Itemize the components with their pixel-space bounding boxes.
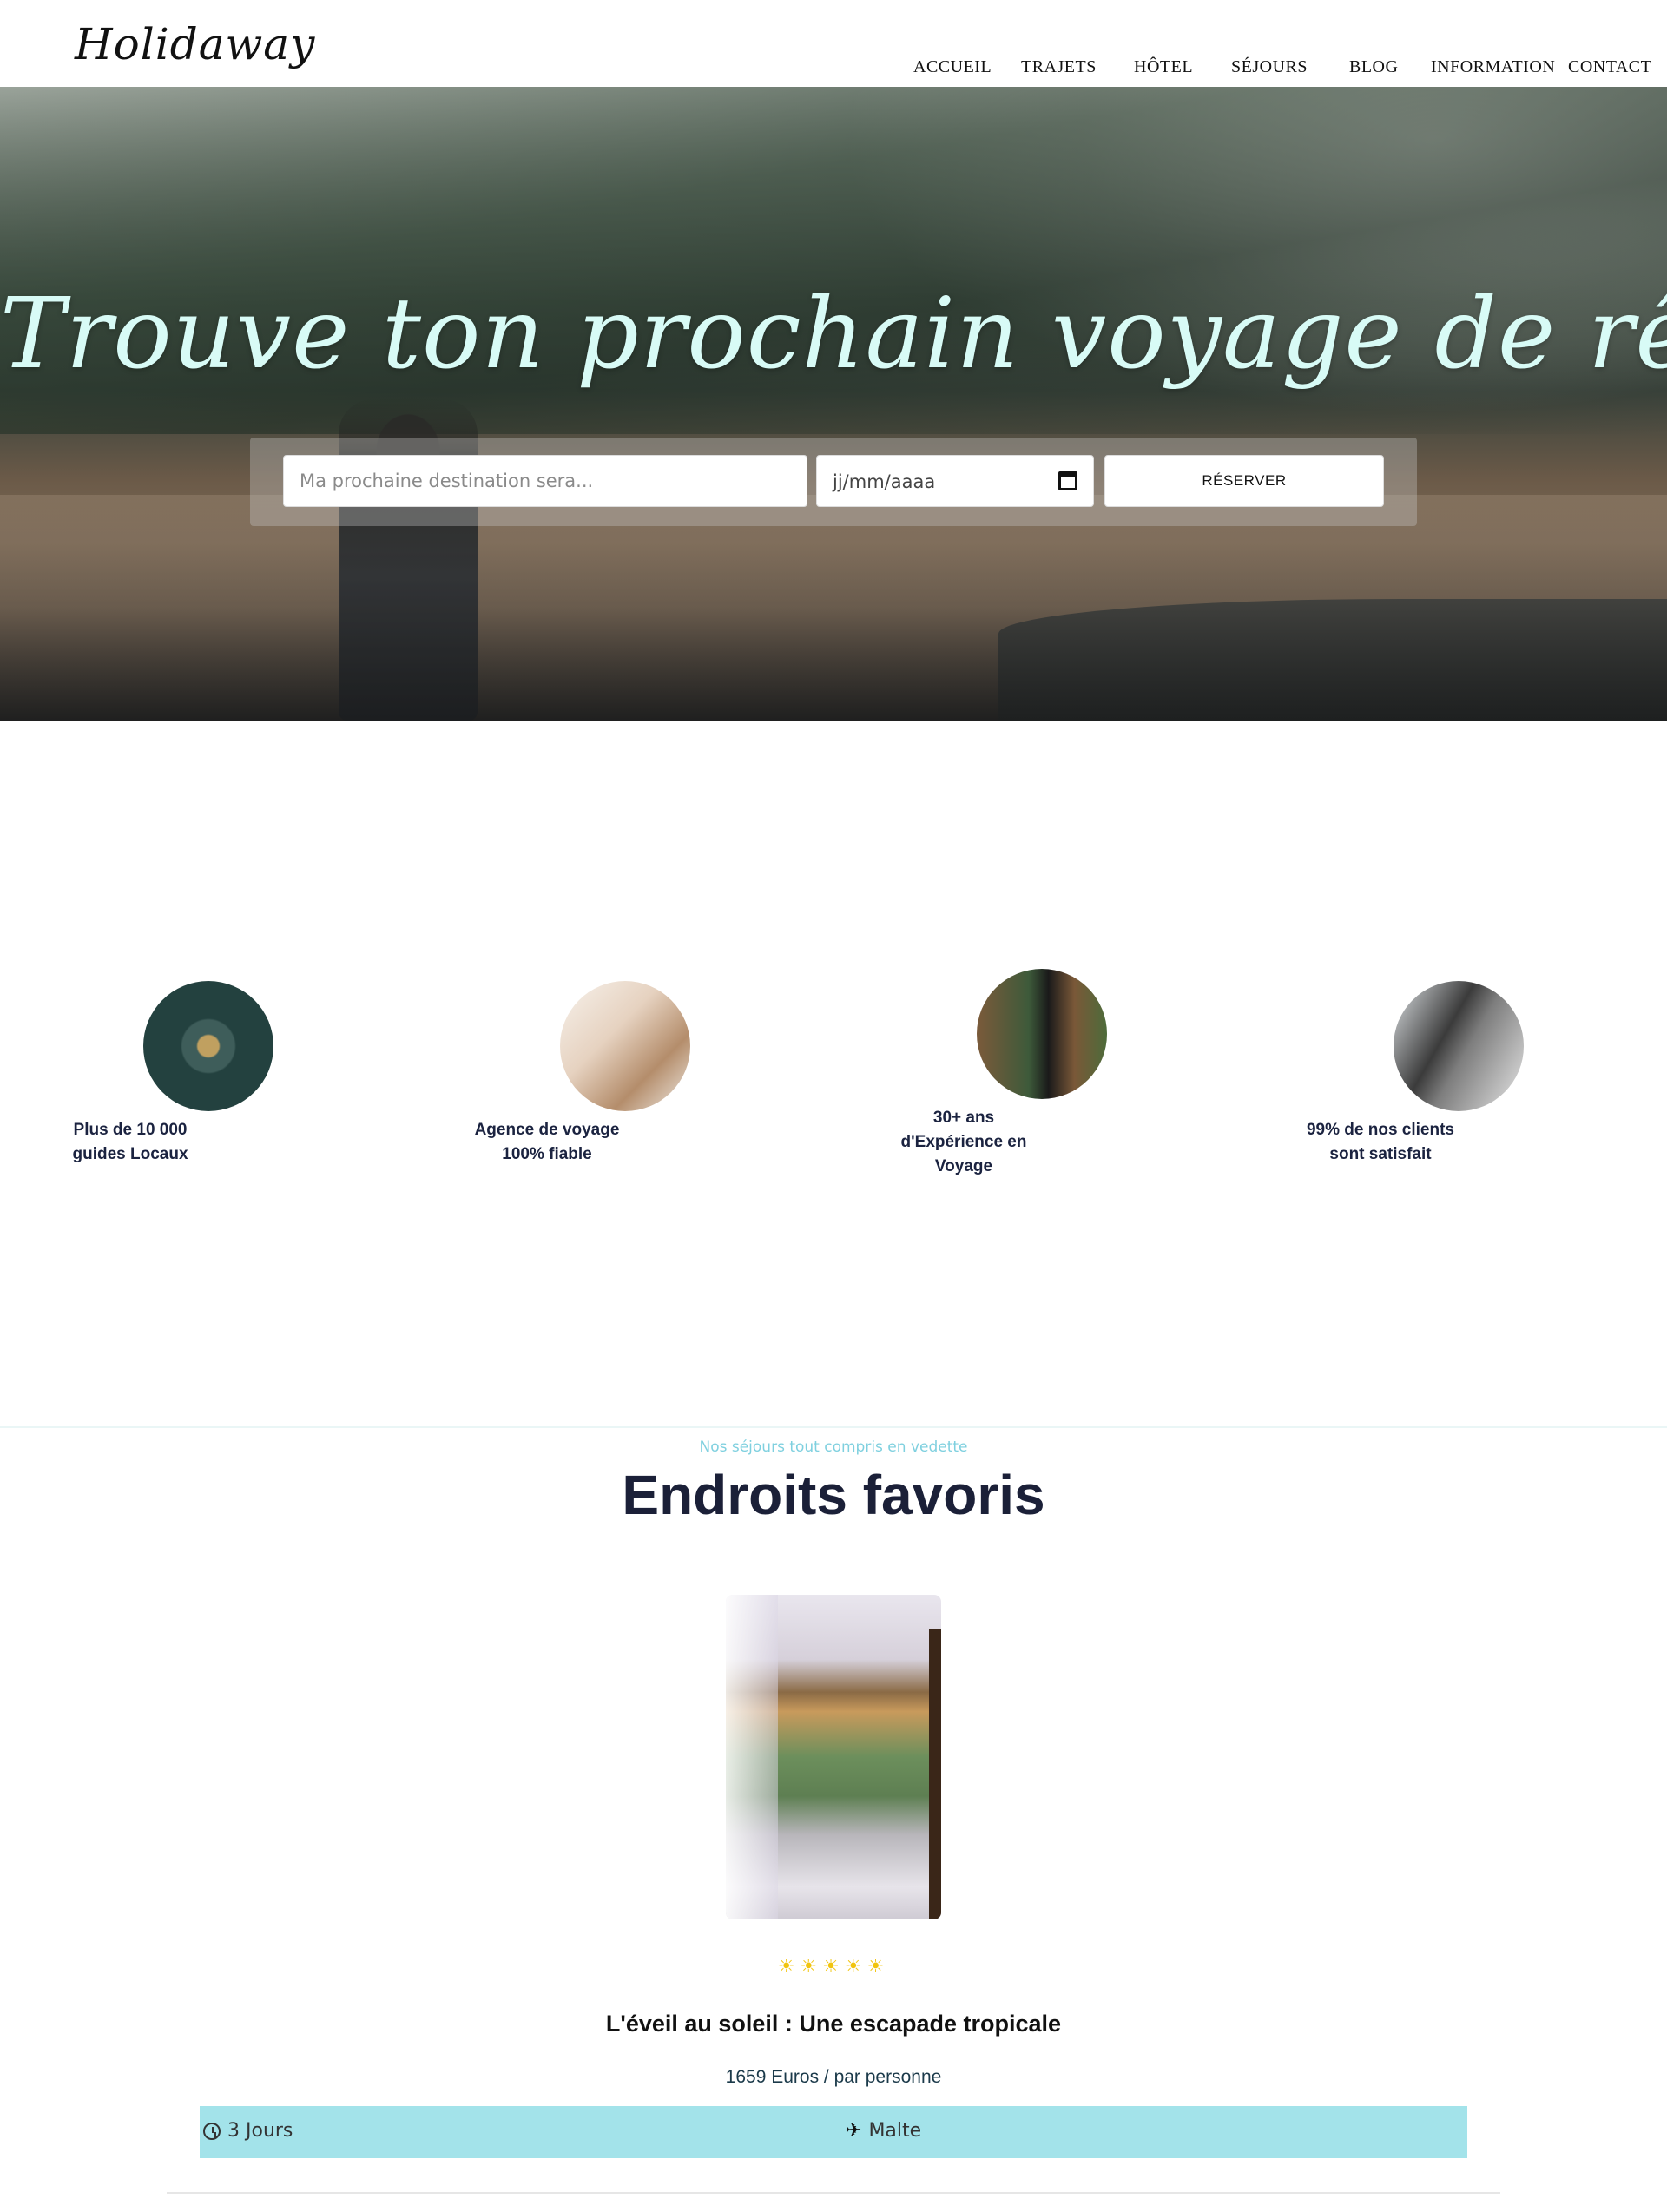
- handshake-photo: [560, 981, 690, 1111]
- trip-title[interactable]: L'éveil au soleil : Une escapade tropica…: [0, 2011, 1667, 2038]
- trip-price: 1659 Euros / par personne: [725, 2067, 942, 2087]
- nav-hotel[interactable]: HÔTEL: [1134, 57, 1193, 77]
- clock-icon: [203, 2122, 221, 2140]
- tropical-escape-photo[interactable]: [726, 1595, 941, 1919]
- star-rating: ☀☀☀☀☀: [777, 1955, 890, 1977]
- nav-trajets[interactable]: TRAJETS: [1021, 57, 1097, 77]
- duration-text: 3 Jours: [227, 2120, 293, 2142]
- wooden-post-shape: [929, 1629, 941, 1919]
- date-input[interactable]: jj/mm/aaaa: [816, 455, 1094, 507]
- airplane-icon: ✈: [846, 2120, 862, 2142]
- nav-sejours[interactable]: SÉJOURS: [1231, 57, 1308, 77]
- hero-lake: [998, 599, 1667, 721]
- hero-banner: Trouve ton prochain voyage de rêve ! jj/…: [0, 87, 1667, 721]
- nav-contact[interactable]: CONTACT: [1568, 57, 1651, 77]
- destination-input[interactable]: [283, 455, 807, 507]
- hero-title: Trouve ton prochain voyage de rêve !: [0, 278, 1667, 391]
- section-divider: [0, 1426, 1667, 1428]
- nav-accueil[interactable]: ACCUEIL: [913, 57, 992, 77]
- favorites-subtitle: Nos séjours tout compris en vedette: [699, 1438, 968, 1456]
- trip-info-bar: 3 Jours ✈ Malte: [200, 2106, 1467, 2158]
- favorites-title: Endroits favoris: [622, 1464, 1045, 1526]
- trip-destination: ✈ Malte: [846, 2120, 921, 2142]
- feature-label: Agence de voyage 100% fiable: [474, 1121, 620, 1163]
- feature-label: 99% de nos clients sont satisfait: [1306, 1121, 1454, 1163]
- feature-label: Plus de 10 000 guides Locaux: [72, 1121, 188, 1163]
- site-header: Holidaway: [0, 0, 1667, 87]
- compass-photo: [143, 981, 273, 1111]
- calendar-icon[interactable]: [1058, 471, 1077, 490]
- happy-traveler-photo: [1394, 981, 1524, 1111]
- nav-information[interactable]: INFORMATION: [1431, 57, 1555, 77]
- traveler-woman-photo: [977, 969, 1107, 1099]
- nav-blog[interactable]: BLOG: [1349, 57, 1398, 77]
- reserve-button[interactable]: RÉSERVER: [1104, 455, 1384, 507]
- feature-label: 30+ ans d'Expérience en Voyage: [900, 1109, 1027, 1175]
- trip-duration: 3 Jours: [203, 2120, 293, 2142]
- booking-form: jj/mm/aaaa RÉSERVER: [250, 438, 1417, 526]
- site-logo[interactable]: Holidaway: [75, 19, 315, 69]
- destination-text: Malte: [868, 2120, 922, 2142]
- date-placeholder: jj/mm/aaaa: [833, 471, 936, 492]
- card-divider: [167, 2192, 1500, 2194]
- curtain-shape: [726, 1595, 778, 1919]
